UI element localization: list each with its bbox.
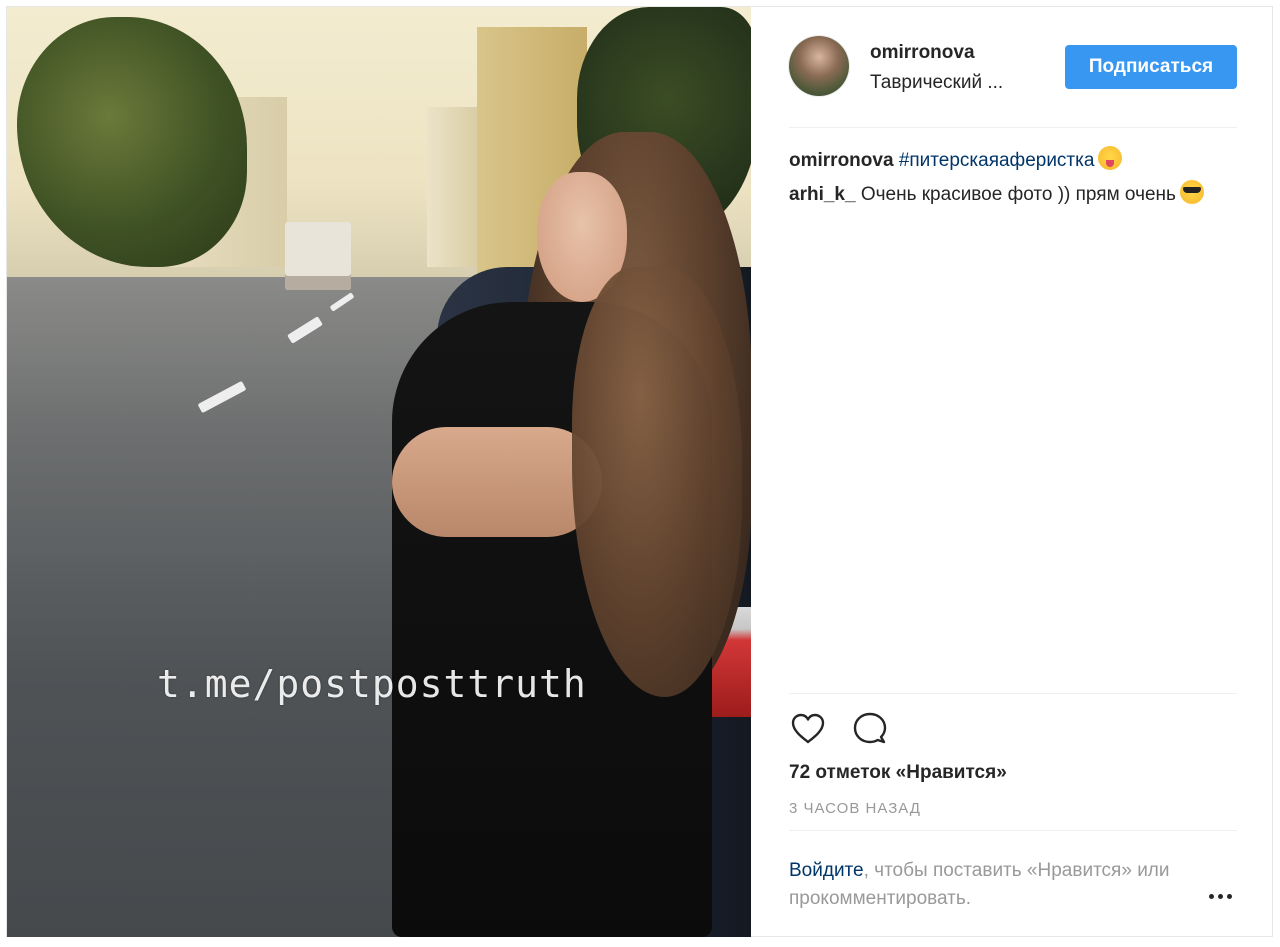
- login-prompt: Войдите, чтобы поставить «Нравится» или …: [789, 857, 1209, 913]
- follow-button[interactable]: Подписаться: [1065, 45, 1237, 89]
- post-header: omirronova Таврический ... Подписаться: [789, 32, 1237, 102]
- actions-divider: [789, 693, 1237, 694]
- action-bar: [789, 710, 989, 750]
- photo-watermark: t.me/postposttruth: [157, 662, 587, 706]
- smiling-face-with-sunglasses-emoji: [1179, 180, 1204, 204]
- heart-icon[interactable]: [789, 710, 827, 748]
- list-item: arhi_k_ Очень красивое фото )) прям очен…: [789, 180, 1237, 209]
- more-dot: [1218, 894, 1223, 899]
- header-divider: [789, 127, 1237, 128]
- comments-list: omirronova #питерскаяаферистка arhi_k_ О…: [789, 146, 1237, 214]
- location-link[interactable]: Таврический ...: [870, 72, 1003, 94]
- post-timestamp[interactable]: 3 ЧАСОВ НАЗАД: [789, 800, 921, 817]
- likes-count[interactable]: 72 отметок «Нравится»: [789, 762, 1007, 784]
- comment-text: Очень красивое фото )) прям очень: [860, 184, 1176, 205]
- photo-truck: [285, 222, 351, 290]
- footer-divider: [789, 830, 1237, 831]
- hashtag-link[interactable]: #питерскаяаферистка: [899, 150, 1095, 171]
- more-dot: [1209, 894, 1214, 899]
- comment-icon[interactable]: [851, 710, 889, 748]
- caption-comment: omirronova #питерскаяаферистка: [789, 146, 1237, 175]
- post-photo[interactable]: t.me/postposttruth: [7, 7, 751, 937]
- author-username[interactable]: omirronova: [870, 42, 975, 64]
- avatar[interactable]: [789, 36, 849, 96]
- comment-username[interactable]: omirronova: [789, 150, 894, 171]
- more-dot: [1227, 894, 1232, 899]
- winking-face-with-tongue-emoji: [1098, 146, 1123, 170]
- comment-username[interactable]: arhi_k_: [789, 184, 856, 205]
- more-options-icon[interactable]: [1208, 884, 1236, 908]
- login-link[interactable]: Войдите: [789, 860, 864, 881]
- photo-arms: [392, 427, 602, 537]
